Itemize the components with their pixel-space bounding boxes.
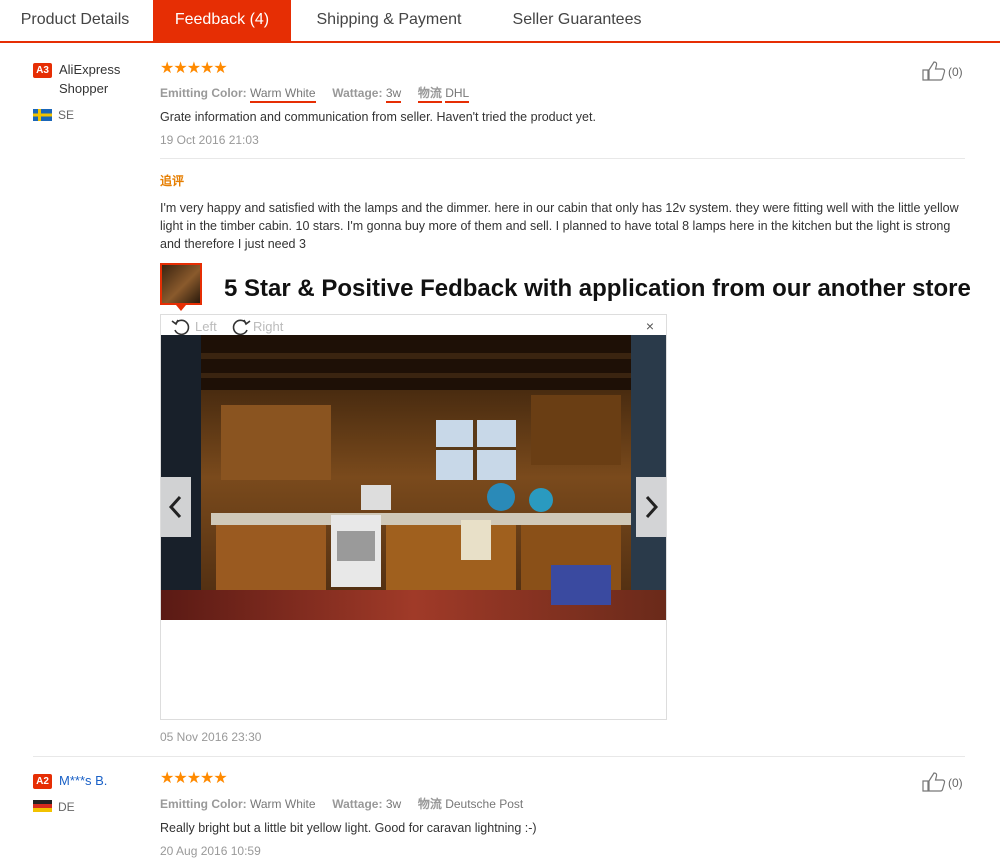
review-date: 19 Oct 2016 21:03 xyxy=(160,133,259,147)
helpful-button[interactable]: (0) xyxy=(922,61,982,81)
helpful-button[interactable]: (0) xyxy=(922,772,982,792)
rating-stars: ★★★★★ xyxy=(160,60,228,77)
additional-feedback-label: 追评 xyxy=(160,174,185,188)
tab-bar: Product Details Feedback (4) Shipping & … xyxy=(0,0,1000,43)
rating-stars: ★★★★★ xyxy=(160,770,228,787)
attr-label: Wattage: xyxy=(332,86,383,100)
germany-flag-icon xyxy=(33,800,52,812)
attr-shipping-value: Deutsche Post xyxy=(445,797,524,811)
photo-viewer: Left Right × xyxy=(160,314,667,720)
tab-seller-guarantees[interactable]: Seller Guarantees xyxy=(487,0,667,41)
buyer-name: AliExpress Shopper xyxy=(59,62,121,96)
kitchen-photo-image xyxy=(161,335,666,620)
attr-label: Emitting Color: xyxy=(160,86,247,100)
product-attributes: Emitting Color: Warm White Wattage: 3w 物… xyxy=(160,84,470,103)
review-photo-thumbnail[interactable] xyxy=(160,263,202,305)
divider xyxy=(160,158,965,159)
attr-label: Emitting Color: xyxy=(160,797,247,811)
additional-feedback-date: 05 Nov 2016 23:30 xyxy=(160,730,262,744)
previous-photo-button[interactable] xyxy=(161,477,191,537)
thumbs-up-icon xyxy=(922,772,946,792)
attr-label: Wattage: xyxy=(332,797,383,811)
attr-wattage-value: 3w xyxy=(385,797,402,811)
helpful-count: (0) xyxy=(948,65,963,79)
rotate-left-icon xyxy=(171,319,190,336)
rotate-left-label: Left xyxy=(195,319,217,334)
buyer-level-badge: A3 xyxy=(33,63,52,78)
chevron-left-icon xyxy=(168,495,182,519)
attr-shipping-value: DHL xyxy=(445,86,470,103)
chevron-right-icon xyxy=(645,495,659,519)
additional-feedback-text: I'm very happy and satisfied with the la… xyxy=(160,201,959,251)
rotate-right-label: Right xyxy=(253,319,284,334)
promo-caption: 5 Star & Positive Fedback with applicati… xyxy=(224,275,971,302)
review-text: Grate information and communication from… xyxy=(160,110,596,124)
review-photo xyxy=(161,335,666,620)
attr-wattage-value: 3w xyxy=(385,86,402,103)
buyer-level-badge: A2 xyxy=(33,774,52,789)
tab-product-details[interactable]: Product Details xyxy=(0,0,150,41)
next-photo-button[interactable] xyxy=(636,477,666,537)
tab-shipping-payment[interactable]: Shipping & Payment xyxy=(291,0,487,41)
attr-label: 物流 xyxy=(417,797,442,811)
attr-color-value: Warm White xyxy=(250,797,316,811)
review-date: 20 Aug 2016 10:59 xyxy=(160,844,261,858)
tab-feedback[interactable]: Feedback (4) xyxy=(153,0,291,43)
review-divider xyxy=(33,756,965,757)
attr-color-value: Warm White xyxy=(250,86,316,103)
thumbs-up-icon xyxy=(922,61,946,81)
helpful-count: (0) xyxy=(948,776,963,790)
close-icon[interactable]: × xyxy=(646,318,654,334)
buyer-country: SE xyxy=(58,108,75,122)
thumbnail-pointer xyxy=(176,305,186,311)
rotate-right-icon xyxy=(232,319,251,336)
buyer-country: DE xyxy=(58,800,75,814)
buyer-name[interactable]: M***s B. xyxy=(59,771,107,790)
sweden-flag-icon xyxy=(33,109,52,121)
product-attributes: Emitting Color: Warm White Wattage: 3w 物… xyxy=(160,795,523,812)
review-text: Really bright but a little bit yellow li… xyxy=(160,821,537,835)
attr-label: 物流 xyxy=(417,86,442,103)
